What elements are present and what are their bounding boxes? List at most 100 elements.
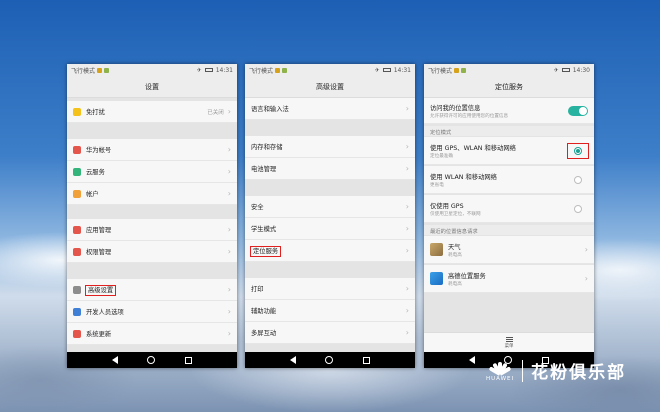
settings-item-student-mode[interactable]: 学生模式 › [245,218,415,240]
chevron-right-icon: › [227,247,231,256]
notification-icon [97,67,103,73]
settings-item-developer-options[interactable]: 开发人员选项 › [67,301,237,323]
menu-button[interactable]: 菜单 [424,332,594,352]
app-name: 天气 [448,243,461,251]
settings-item-multi-screen[interactable]: 多屏互动 › [245,322,415,344]
item-label: 应用管理 [86,227,112,234]
notification-icon [282,67,288,73]
shield-icon [73,247,81,256]
settings-item-system-update[interactable]: 系统更新 › [67,323,237,345]
item-label: 系统更新 [86,331,112,338]
home-icon[interactable] [147,356,156,364]
chevron-right-icon: › [405,164,409,173]
recent-apps-icon[interactable] [363,356,371,364]
settings-item-app-management[interactable]: 应用管理 › [67,219,237,241]
settings-item-memory-storage[interactable]: 内存和存储 › [245,136,415,158]
item-label: 定位服务 [249,246,406,257]
option-title: 使用 GPS、WLAN 和移动网络 [430,144,516,152]
watermark: HUAWEI 花粉俱乐部 [486,358,626,383]
club-name: 花粉俱乐部 [531,363,627,383]
chevron-right-icon: › [405,306,409,315]
home-icon[interactable] [325,356,334,364]
airplane-icon: ✈ [553,66,559,74]
clock: 14:31 [215,66,233,74]
section-header-recent-requests: 最近的位置信息请求 [424,225,594,235]
settings-item-permission-management[interactable]: 权限管理 › [67,241,237,263]
settings-item-battery-management[interactable]: 电池管理 › [245,158,415,180]
status-bar: 飞行模式 ✈ 14:30 [424,64,594,76]
access-location-toggle-row[interactable]: 访问我的位置信息 允许获得许可的应用使用您的位置信息 [424,98,594,124]
airplane-mode-text: 飞行模式 [428,67,453,75]
airplane-icon: ✈ [374,66,380,74]
item-label: 辅助功能 [251,308,277,315]
account-icon [73,145,81,154]
radio-highlight [567,142,589,159]
chevron-right-icon: › [584,274,588,283]
airplane-mode-text: 飞行模式 [71,67,96,75]
chevron-right-icon: › [227,285,231,294]
settings-item-print[interactable]: 打印 › [245,278,415,300]
item-label: 语言和输入法 [251,106,289,113]
radio-unselected[interactable] [574,175,582,184]
user-icon [73,189,81,198]
notification-icon [104,67,110,73]
item-label: 权限管理 [86,249,112,256]
clock: 14:30 [572,66,590,74]
settings-item-location-service[interactable]: 定位服务 › [245,240,415,262]
airplane-icon: ✈ [196,66,202,74]
settings-item-cloud-service[interactable]: 云服务 › [67,161,237,183]
status-bar: 飞行模式 ✈ 14:31 [67,64,237,76]
settings-item-advanced-settings[interactable]: 高级设置 › [67,279,237,301]
settings-item-accounts[interactable]: 帐户 › [67,183,237,205]
highlighted-label: 定位服务 [249,246,282,257]
navigation-bar [245,352,415,368]
settings-item-security[interactable]: 安全 › [245,196,415,218]
chevron-right-icon: › [227,145,231,154]
page-title: 高级设置 [245,76,415,98]
option-title: 使用 WLAN 和移动网络 [430,173,497,181]
item-label: 免打扰 [86,109,105,116]
phone-advanced-settings-screen: 飞行模式 ✈ 14:31 高级设置 语言和输入法 › 内存和存储 › 电池管理 ›… [245,64,415,368]
phone-location-service-screen: 飞行模式 ✈ 14:30 定位服务 访问我的位置信息 允许获得许可的应用使用您的位… [424,64,594,368]
radio-selected[interactable] [574,146,582,155]
back-icon[interactable] [289,356,296,364]
chevron-right-icon: › [227,167,231,176]
mode-option-gps-wlan-mobile[interactable]: 使用 GPS、WLAN 和移动网络 定位最准确 [424,137,594,165]
settings-item-accessibility[interactable]: 辅助功能 › [245,300,415,322]
clock: 14:31 [393,66,411,74]
advanced-settings-list: 语言和输入法 › 内存和存储 › 电池管理 › 安全 › 学生模式 › 定位服务… [245,98,415,352]
menu-label: 菜单 [504,343,514,349]
item-label: 安全 [251,204,264,211]
back-icon[interactable] [111,356,118,364]
recent-apps-icon[interactable] [185,356,193,364]
recent-app-amap-location[interactable]: 高德位置服务 耗电高 › [424,265,594,293]
settings-item-language-input[interactable]: 语言和输入法 › [245,98,415,120]
app-subtitle: 耗电高 [448,281,462,287]
location-access-switch[interactable] [568,105,588,116]
option-subtitle: 更省电 [430,182,444,188]
chevron-right-icon: › [405,284,409,293]
item-label: 帐户 [86,191,99,198]
chevron-right-icon: › [405,142,409,151]
huawei-brand-text: HUAWEI [486,375,515,382]
mode-option-wlan-mobile[interactable]: 使用 WLAN 和移动网络 更省电 [424,166,594,194]
highlighted-label: 高级设置 [84,285,117,296]
mode-option-gps-only[interactable]: 仅使用 GPS 仅使用卫星定位，不联网 [424,195,594,223]
page-title: 定位服务 [424,76,594,98]
settings-item-huawei-account[interactable]: 华为帐号 › [67,139,237,161]
moon-icon [73,107,81,116]
recent-app-weather[interactable]: 天气 耗电高 › [424,236,594,264]
item-label: 华为帐号 [86,147,112,154]
app-name: 高德位置服务 [448,272,486,280]
map-app-icon [430,272,443,285]
item-label: 内存和存储 [251,144,283,151]
battery-icon [561,68,570,72]
status-bar: 飞行模式 ✈ 14:31 [245,64,415,76]
update-icon [73,329,81,338]
settings-item-do-not-disturb[interactable]: 免打扰 已关闭 › [67,101,237,123]
chevron-right-icon: › [405,246,409,255]
radio-unselected[interactable] [574,204,582,213]
back-icon[interactable] [468,356,475,364]
item-label: 打印 [251,286,264,293]
chevron-right-icon: › [584,245,588,254]
